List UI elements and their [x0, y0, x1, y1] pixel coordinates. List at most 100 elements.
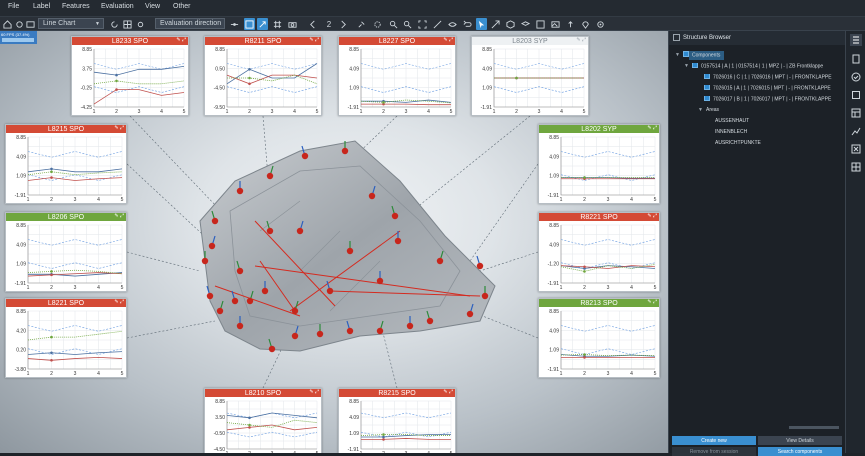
tree-child-1[interactable]: 7026016 | C | 1 | 7026016 | MPT | - | FR…: [704, 74, 842, 80]
panel-header[interactable]: L8202 SYP ✎ ⤢: [539, 125, 659, 133]
layers-icon[interactable]: [520, 18, 531, 30]
panel-header[interactable]: L8215 SPO ✎ ⤢: [6, 125, 126, 133]
panel-header[interactable]: R8211 SPO ✎ ⤢: [205, 37, 321, 45]
chart-panel-l8227[interactable]: L8227 SPO ✎ ⤢ 8.85 4.09 1.09 -1.91 1 2 3 4 5: [338, 36, 456, 116]
panel-actions-icon[interactable]: ✎ ⤢: [114, 125, 124, 131]
settings-icon[interactable]: [135, 18, 146, 30]
fit-view-icon[interactable]: [417, 18, 428, 30]
panel-header[interactable]: L8227 SPO ✎ ⤢: [339, 37, 455, 45]
chart-panel-l8210[interactable]: L8210 SPO ✎ ⤢ 8.85 3.50 -0.50 -4.50 1 2 3 4 5: [204, 388, 322, 453]
chart-tab-icon[interactable]: [850, 125, 862, 137]
panel-header[interactable]: L8221 SPO ✎ ⤢: [6, 299, 126, 307]
document-tab-icon[interactable]: [850, 53, 862, 65]
panel-header[interactable]: L8233 SPO ✎ ⤢: [72, 37, 188, 45]
split-tab-icon[interactable]: [850, 161, 862, 173]
panel-actions-icon[interactable]: ✎ ⤢: [114, 213, 124, 219]
tree-child-2[interactable]: 7026015 | A | 1 | 7026015 | MPT | - | FR…: [704, 85, 842, 91]
chart-panel-r8215[interactable]: R8215 SPO ✎ ⤢ 8.85 4.09 1.09 -1.91 1 2 3 4 5: [338, 388, 456, 453]
expand-triangle-icon[interactable]: ▼: [684, 63, 689, 69]
panel-header[interactable]: R8215 SPO ✎ ⤢: [339, 389, 455, 397]
scrollbar[interactable]: [789, 426, 839, 429]
menu-other[interactable]: Other: [173, 3, 191, 10]
panel-header[interactable]: L8203 SYP ✎ ⤢: [472, 37, 588, 45]
panel-header[interactable]: R8213 SPO ✎ ⤢: [539, 299, 659, 307]
chart-panel-r8213[interactable]: R8213 SPO ✎ ⤢ 8.85 4.09 1.09 -1.91 1 2 3 4 5: [538, 298, 660, 378]
chart-panel-l8206[interactable]: L8206 SPO ✎ ⤢ 8.85 4.09 1.09 -1.91 1 2 3 4 5: [5, 212, 127, 292]
check-tab-icon[interactable]: [850, 71, 862, 83]
image-icon[interactable]: [550, 18, 561, 30]
tree-area-3[interactable]: AUSRICHTPUNKTE: [715, 140, 761, 146]
panel-actions-icon[interactable]: ✎ ⤢: [309, 389, 319, 395]
line-style-icon[interactable]: [229, 18, 240, 30]
3d-viewport[interactable]: 60 FPS (37.4%) L8233 SPO ✎ ⤢ 8.85 3.75 -0.25…: [0, 31, 668, 453]
export-icon[interactable]: [565, 18, 576, 30]
hide-icon[interactable]: [447, 18, 458, 30]
gear-icon[interactable]: [372, 18, 383, 30]
panel-actions-icon[interactable]: ✎ ⤢: [647, 213, 657, 219]
menu-file[interactable]: File: [8, 3, 19, 10]
evaluation-direction-select[interactable]: Evaluation direction: [155, 18, 225, 29]
panel-header[interactable]: L8206 SPO ✎ ⤢: [6, 213, 126, 221]
panel-actions-icon[interactable]: ✎ ⤢: [443, 37, 453, 43]
frame-icon[interactable]: [535, 18, 546, 30]
menu-label[interactable]: Label: [33, 3, 50, 10]
chart-panel-l8202[interactable]: L8202 SYP ✎ ⤢ 8.85 4.09 1.09 -1.91 1 2 3 4 5: [538, 124, 660, 204]
chart-panel-l8215[interactable]: L8215 SPO ✎ ⤢ 8.85 4.09 1.09 -1.91 1 2 3 4 5: [5, 124, 127, 204]
undo-icon[interactable]: [462, 18, 473, 30]
tree-root[interactable]: Components: [683, 51, 720, 58]
camera-icon[interactable]: [287, 18, 298, 30]
panel-header[interactable]: R8221 SPO ✎ ⤢: [539, 213, 659, 221]
expand-triangle-icon[interactable]: ▼: [675, 52, 680, 58]
panel-actions-icon[interactable]: ✎ ⤢: [576, 37, 586, 43]
search-components-button[interactable]: Search components: [758, 447, 842, 456]
tree-area-2[interactable]: INNENBLECH: [715, 129, 747, 135]
hash-icon[interactable]: [272, 18, 283, 30]
panel-actions-icon[interactable]: ✎ ⤢: [647, 125, 657, 131]
home-icon[interactable]: [2, 18, 13, 30]
save-tab-icon[interactable]: [850, 89, 862, 101]
prev-page-icon[interactable]: [307, 18, 318, 30]
panel-actions-icon[interactable]: ✎ ⤢: [176, 37, 186, 43]
checkbox-icon[interactable]: [692, 63, 698, 68]
menu-features[interactable]: Features: [62, 3, 90, 10]
tree-area-1[interactable]: AUSSENHAUT: [715, 118, 749, 124]
remove-from-session-button[interactable]: Remove from session: [672, 447, 756, 456]
cursor-icon[interactable]: [476, 18, 487, 30]
panel-actions-icon[interactable]: ✎ ⤢: [647, 299, 657, 305]
menu-view[interactable]: View: [145, 3, 160, 10]
chart-panel-r8211[interactable]: R8211 SPO ✎ ⤢ 8.85 0.50 -4.50 -9.50 1 2 3 4 5: [204, 36, 322, 116]
checkbox-icon[interactable]: [704, 85, 710, 90]
marker-icon[interactable]: [595, 18, 606, 30]
refresh-icon[interactable]: [109, 18, 120, 30]
menu-evaluation[interactable]: Evaluation: [101, 3, 134, 10]
table-tab-icon[interactable]: [850, 107, 862, 119]
panel-actions-icon[interactable]: ✎ ⤢: [443, 389, 453, 395]
structure-tab-icon[interactable]: [850, 34, 862, 46]
pin-icon[interactable]: [356, 18, 367, 30]
measure-icon[interactable]: [432, 18, 443, 30]
chart-panel-l8203[interactable]: L8203 SYP ✎ ⤢ 8.85 4.09 1.09 -1.91 1 2 3 4 5: [471, 36, 589, 116]
location-icon[interactable]: [580, 18, 591, 30]
panel-actions-icon[interactable]: ✎ ⤢: [114, 299, 124, 305]
checkbox-icon[interactable]: [704, 96, 710, 101]
zoom-in-icon[interactable]: [388, 18, 399, 30]
expand-triangle-icon[interactable]: ▼: [698, 107, 703, 113]
panel-actions-icon[interactable]: ✎ ⤢: [309, 37, 319, 43]
cube-icon[interactable]: [505, 18, 516, 30]
next-page-icon[interactable]: [338, 18, 349, 30]
tools-icon[interactable]: [14, 18, 25, 30]
view-details-button[interactable]: View Details: [758, 436, 842, 445]
chart-type-select[interactable]: Line Chart ▼: [38, 18, 104, 29]
tree-areas[interactable]: Areas: [706, 107, 719, 113]
checkbox-icon[interactable]: [683, 51, 689, 57]
fullscreen-tab-icon[interactable]: [850, 143, 862, 155]
chart-panel-l8221[interactable]: L8221 SPO ✎ ⤢ 8.85 4.20 0.20 -3.80 1 2 3 4 5: [5, 298, 127, 378]
layout-icon[interactable]: [244, 18, 255, 30]
arrow-icon[interactable]: [490, 18, 501, 30]
zoom-out-icon[interactable]: [402, 18, 413, 30]
panel-header[interactable]: L8210 SPO ✎ ⤢: [205, 389, 321, 397]
chart-panel-r8221[interactable]: R8221 SPO ✎ ⤢ 8.85 4.09 -1.20 -1.91 1 2 3 4 5: [538, 212, 660, 292]
tree-component[interactable]: 0157514 | A | 1 | 0157514 | 1 | MPZ | - …: [692, 63, 842, 69]
window-icon[interactable]: [25, 18, 36, 30]
chart-panel-l8233[interactable]: L8233 SPO ✎ ⤢ 8.85 3.75 -0.25 -4.25 1 2 3 4 5: [71, 36, 189, 116]
